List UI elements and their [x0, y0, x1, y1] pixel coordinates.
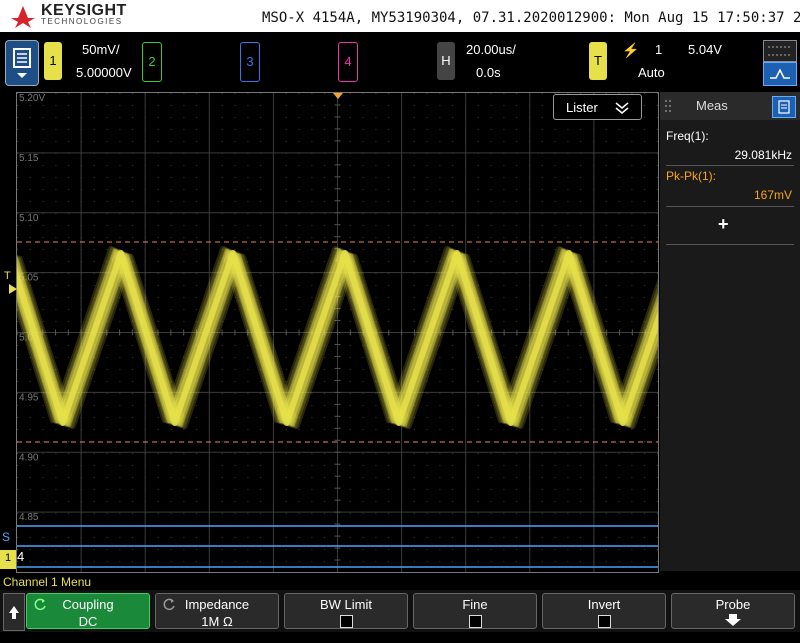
- lister-label: Lister: [566, 100, 598, 115]
- y-axis-label: 4.90: [19, 452, 39, 463]
- bw-limit-checkbox[interactable]: [339, 615, 353, 628]
- bw-limit-softkey[interactable]: BW Limit: [284, 593, 408, 629]
- coupling-value: DC: [78, 614, 98, 629]
- serial-bus-marker: S: [2, 530, 11, 544]
- measurement-pkpk-value: 167mV: [753, 188, 792, 202]
- horizontal-button[interactable]: H: [437, 42, 455, 80]
- fine-checkbox[interactable]: [468, 615, 482, 628]
- brand-subtitle: TECHNOLOGIES: [41, 17, 123, 26]
- measurement-panel-title: Meas: [696, 98, 728, 113]
- probe-label: Probe: [715, 597, 751, 612]
- horizontal-delay: 0.0s: [476, 65, 501, 80]
- menu-icon: [13, 48, 31, 78]
- control-bar: [0, 32, 800, 90]
- keysight-logo-icon: [11, 6, 35, 28]
- measurement-frequency-label: Freq(1):: [666, 129, 709, 143]
- measurement-divider: [666, 206, 794, 207]
- graticule: [16, 92, 658, 572]
- trigger-level: 5.04V: [688, 42, 722, 57]
- channel-4-marker: 4: [17, 549, 25, 564]
- bw-limit-label: BW Limit: [320, 597, 372, 612]
- trigger-edge-icon: ⚡: [622, 42, 640, 58]
- chevron-double-down-icon: [615, 102, 629, 114]
- panel-grip-icon: [665, 100, 671, 112]
- rotate-knob-icon: [34, 598, 46, 611]
- measurement-panel: [660, 92, 800, 571]
- channel-2-button[interactable]: 2: [142, 42, 162, 82]
- fine-softkey[interactable]: Fine: [413, 593, 537, 629]
- trigger-level-marker: T: [4, 270, 11, 282]
- main-menu-button[interactable]: [5, 40, 39, 86]
- channel-4-button[interactable]: 4: [338, 42, 358, 82]
- ground-marker[interactable]: 1: [0, 550, 16, 569]
- fine-label: Fine: [462, 597, 488, 612]
- rotate-knob-icon: [163, 598, 175, 611]
- invert-checkbox[interactable]: [597, 615, 611, 628]
- channel-1-offset: 5.00000V: [76, 65, 132, 80]
- channel-1-scale: 50mV/: [82, 42, 120, 57]
- add-measurement-button[interactable]: +: [718, 214, 729, 235]
- y-axis-label: 5.10: [19, 213, 39, 224]
- down-arrow-icon: [725, 614, 741, 626]
- invert-label: Invert: [587, 597, 621, 612]
- trigger-button[interactable]: T: [589, 42, 607, 80]
- y-axis-label: 4.95: [19, 392, 39, 403]
- impedance-value: 1M Ω: [201, 614, 233, 629]
- probe-softkey[interactable]: Probe: [671, 593, 795, 629]
- lister-button[interactable]: Lister: [553, 94, 642, 120]
- horizontal-scale: 20.00us/: [466, 42, 516, 57]
- channel-3-button[interactable]: 3: [240, 42, 260, 82]
- panel-menu-icon[interactable]: [772, 96, 796, 118]
- y-axis-label: 5.20V: [19, 93, 45, 104]
- instrument-info: MSO-X 4154A, MY53190304, 07.31.202001290…: [262, 10, 800, 26]
- waveform-svg: 5.20V5.155.105.055.004.954.904.85: [0, 92, 748, 572]
- invert-softkey[interactable]: Invert: [542, 593, 666, 629]
- plot-left-margin: [0, 92, 16, 571]
- up-arrow-icon: [9, 606, 19, 619]
- waveform-display[interactable]: 5.20V 5.15 5.10 5.05 5.00 4.95 4.90 4.85: [0, 92, 748, 573]
- coupling-softkey[interactable]: Coupling DC: [26, 593, 150, 629]
- trigger-mode: Auto: [638, 65, 665, 80]
- waveform-icon[interactable]: [763, 62, 797, 86]
- channel-menu-label: Channel 1 Menu: [3, 575, 92, 589]
- channel-1-button[interactable]: 1: [44, 42, 62, 80]
- trigger-level-arrow-icon: [9, 284, 17, 294]
- y-axis-label: 4.85: [19, 512, 39, 523]
- measurement-frequency-value: 29.081kHz: [734, 148, 792, 162]
- y-axis-label: 5.15: [19, 153, 39, 164]
- measurement-divider: [666, 244, 794, 245]
- trigger-source: 1: [655, 42, 663, 57]
- measurement-divider: [666, 165, 794, 166]
- display-grid-icon[interactable]: [763, 40, 797, 62]
- measurement-pkpk-label: Pk-Pk(1):: [666, 169, 717, 183]
- impedance-softkey[interactable]: Impedance 1M Ω: [155, 593, 279, 629]
- back-button[interactable]: [3, 593, 25, 631]
